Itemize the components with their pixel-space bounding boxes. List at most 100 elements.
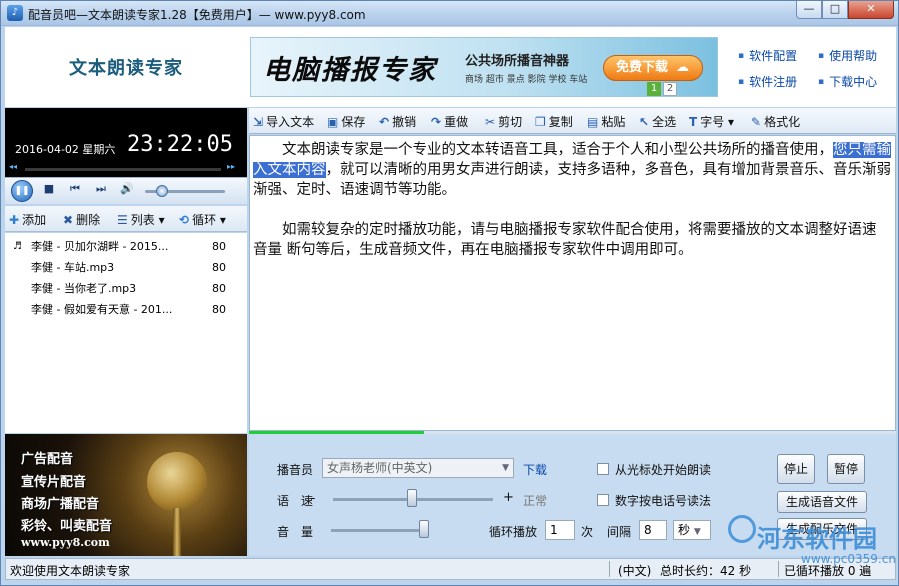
editor-toolbar: ⇲ 导入文本 ▣ 保存 ↶ 撤销 ↷ 重做 ✂ 剪切 ❐ 复制 ▤ 粘贴 ↖ 全选 T 字号 ▾ … bbox=[249, 108, 896, 134]
select-all-label: 全选 bbox=[652, 115, 677, 129]
cut-button[interactable]: ✂ 剪切 bbox=[485, 113, 522, 130]
cut-label: 剪切 bbox=[498, 115, 523, 129]
redo-button[interactable]: ↷ 重做 bbox=[431, 113, 468, 130]
status-message: 欢迎使用文本朗读专家 bbox=[10, 564, 131, 578]
status-divider bbox=[609, 561, 610, 577]
ad-banner[interactable]: 广告配音 宣传片配音 商场广播配音 彩铃、叫卖配音 www.pyy8.com bbox=[5, 434, 247, 556]
track-volume: 80 bbox=[212, 261, 226, 274]
delete-track-button[interactable]: ✖ 删除 bbox=[63, 211, 100, 228]
add-label: 添加 bbox=[22, 213, 47, 227]
phone-digits-checkbox[interactable] bbox=[597, 494, 609, 506]
select-all-button[interactable]: ↖ 全选 bbox=[639, 113, 676, 130]
download-center-link[interactable]: 下载中心 bbox=[818, 73, 877, 90]
playlist-item[interactable]: ♬ 李健 - 贝加尔湖畔 - 2015... 80 bbox=[5, 236, 247, 257]
undo-label: 撤销 bbox=[392, 115, 417, 129]
previous-track-icon[interactable]: ⏮ bbox=[67, 182, 83, 196]
speed-value: 正常 bbox=[523, 494, 548, 508]
close-button[interactable]: ✕ bbox=[848, 1, 894, 19]
pause-reading-button[interactable]: 暂停 bbox=[827, 454, 865, 484]
interval-unit-select[interactable]: 秒 ▼ bbox=[673, 520, 711, 540]
watermark-url: www.pc0359.cn bbox=[801, 552, 896, 566]
import-text-button[interactable]: ⇲ 导入文本 bbox=[253, 113, 314, 130]
minimize-button[interactable]: — bbox=[796, 1, 822, 19]
microphone-stand bbox=[173, 508, 181, 556]
reader-value: 女声杨老师(中英文) bbox=[327, 461, 433, 475]
loop-menu-button[interactable]: ⟲ 循环 ▾ bbox=[179, 211, 226, 228]
next-track-icon[interactable]: ⏭ bbox=[93, 182, 109, 196]
loop-play-label: 循环播放 bbox=[489, 525, 538, 539]
status-duration: 总时长约：42 秒 bbox=[660, 564, 752, 578]
seek-bar[interactable] bbox=[25, 168, 221, 171]
undo-button[interactable]: ↶ 撤销 bbox=[379, 113, 416, 130]
banner-subtitle: 公共场所播音神器 bbox=[465, 54, 570, 69]
start-from-cursor-checkbox[interactable] bbox=[597, 463, 609, 475]
delete-label: 删除 bbox=[76, 213, 101, 227]
generate-voice-file-button[interactable]: 生成语音文件 bbox=[777, 491, 867, 513]
status-divider bbox=[778, 561, 779, 577]
paragraph-text: 文本朗读专家是一个专业的文本转语音工具，适合于个人和小型公共场所的播音使用， bbox=[282, 142, 833, 158]
playlist-item[interactable]: 李健 - 当你老了.mp3 80 bbox=[5, 278, 247, 299]
paste-button[interactable]: ▤ 粘贴 bbox=[587, 113, 625, 130]
format-button[interactable]: ✎ 格式化 bbox=[751, 113, 800, 130]
paste-label: 粘贴 bbox=[601, 115, 626, 129]
save-icon: ▣ bbox=[327, 115, 339, 129]
banner-page-2[interactable]: 2 bbox=[663, 82, 677, 96]
interval-input[interactable]: 8 bbox=[639, 520, 667, 540]
save-button[interactable]: ▣ 保存 bbox=[327, 113, 365, 130]
track-name: 李健 - 当你老了.mp3 bbox=[31, 282, 137, 295]
reader-label: 播音员 bbox=[277, 463, 314, 477]
track-name: 李健 - 假如爱有天意 - 201... bbox=[31, 303, 173, 316]
status-language: (中文) bbox=[618, 564, 652, 578]
track-name: 李健 - 贝加尔湖畔 - 2015... bbox=[31, 240, 169, 253]
help-link[interactable]: 使用帮助 bbox=[818, 47, 877, 64]
playlist: ♬ 李健 - 贝加尔湖畔 - 2015... 80 李健 - 车站.mp3 80… bbox=[5, 233, 247, 433]
start-from-cursor-label[interactable]: 从光标处开始朗读 bbox=[615, 461, 711, 478]
pause-button[interactable]: ❚❚ bbox=[11, 180, 33, 202]
ad-line: 彩铃、叫卖配音 bbox=[21, 519, 113, 534]
speed-slider-knob[interactable] bbox=[407, 489, 417, 507]
text-editor[interactable]: 文本朗读专家是一个专业的文本转语音工具，适合于个人和小型公共场所的播音使用，您只… bbox=[249, 135, 896, 431]
software-config-link[interactable]: 软件配置 bbox=[738, 47, 797, 64]
redo-label: 重做 bbox=[444, 115, 469, 129]
copy-button[interactable]: ❐ 复制 bbox=[535, 113, 573, 130]
playlist-toolbar: ✚ 添加 ✖ 删除 ☰ 列表 ▾ ⟲ 循环 ▾ bbox=[5, 206, 247, 232]
copy-label: 复制 bbox=[548, 115, 573, 129]
status-bar: 欢迎使用文本朗读专家 (中文) 总时长约：42 秒 已循环播放 0 遍 bbox=[5, 558, 896, 580]
interval-unit-value: 秒 bbox=[678, 523, 691, 537]
download-voice-link[interactable]: 下载 bbox=[523, 461, 547, 478]
font-size-button[interactable]: T 字号 ▾ bbox=[689, 113, 734, 130]
volume-slider-knob[interactable] bbox=[156, 185, 168, 197]
clipboard-icon: ▤ bbox=[587, 115, 599, 129]
date-display: 2016-04-02 星期六 bbox=[15, 143, 116, 156]
volume-slider-knob[interactable] bbox=[419, 520, 429, 538]
phone-digits-label[interactable]: 数字按电话号读法 bbox=[615, 492, 711, 509]
clock-display: 23:22:05 bbox=[127, 132, 233, 157]
times-label: 次 bbox=[581, 525, 594, 539]
interval-label: 间隔 bbox=[607, 525, 632, 539]
stop-button[interactable]: 停止 bbox=[777, 454, 815, 484]
reader-select[interactable]: 女声杨老师(中英文) ▼ bbox=[322, 458, 514, 478]
volume-icon[interactable]: 🔊 bbox=[119, 182, 135, 195]
save-label: 保存 bbox=[341, 115, 366, 129]
promo-banner[interactable]: 电脑播报专家 公共场所播音神器 商场 超市 景点 影院 学校 车站 免费下载 ☁… bbox=[250, 37, 718, 97]
speed-minus: - bbox=[311, 491, 316, 505]
register-link[interactable]: 软件注册 bbox=[738, 73, 797, 90]
copy-icon: ❐ bbox=[535, 115, 546, 129]
list-menu-button[interactable]: ☰ 列表 ▾ bbox=[117, 211, 165, 228]
free-download-button[interactable]: 免费下载 ☁ bbox=[603, 55, 703, 81]
playlist-item[interactable]: 李健 - 车站.mp3 80 bbox=[5, 257, 247, 278]
track-volume: 80 bbox=[212, 240, 226, 253]
stop-icon[interactable]: ■ bbox=[41, 182, 57, 195]
player-controls: ❚❚ ■ ⏮ ⏭ 🔊 bbox=[5, 177, 247, 204]
window-title: 配音员吧—文本朗读专家1.28【免费用户】— www.pyy8.com bbox=[28, 8, 366, 22]
loop-label: 循环 bbox=[192, 213, 217, 227]
header: 文本朗读专家 电脑播报专家 公共场所播音神器 商场 超市 景点 影院 学校 车站… bbox=[5, 27, 896, 107]
seek-start-icon: ◂◂ bbox=[9, 162, 18, 171]
banner-page-1[interactable]: 1 bbox=[647, 82, 661, 96]
playlist-item[interactable]: 李健 - 假如爱有天意 - 201... 80 bbox=[5, 299, 247, 320]
add-track-button[interactable]: ✚ 添加 bbox=[9, 211, 46, 228]
maximize-button[interactable]: □ bbox=[822, 1, 848, 19]
volume-slider-track[interactable] bbox=[331, 529, 423, 532]
loop-count-input[interactable]: 1 bbox=[545, 520, 575, 540]
font-size-label: 字号 bbox=[700, 115, 725, 129]
